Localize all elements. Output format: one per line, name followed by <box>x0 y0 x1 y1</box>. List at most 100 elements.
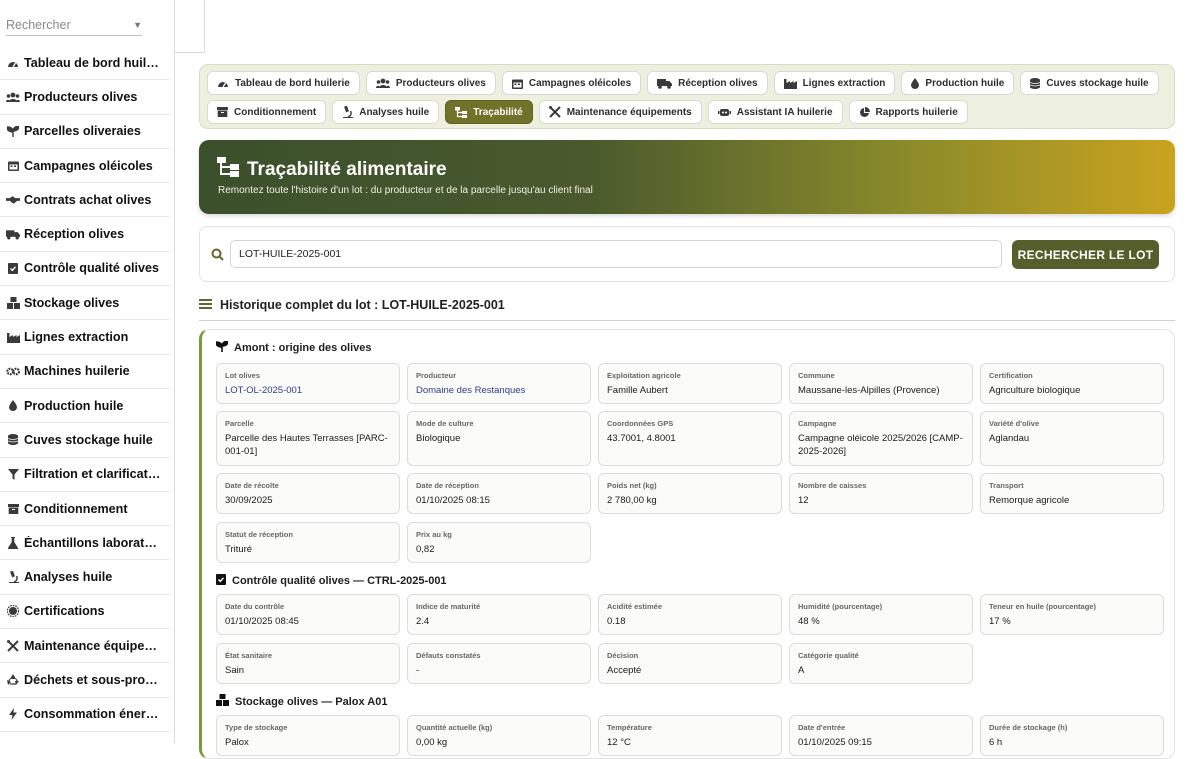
chevron-down-icon[interactable]: ▼ <box>133 20 142 30</box>
microscope-icon <box>6 570 20 584</box>
info-field: Acidité estimée 0.18 <box>598 594 782 635</box>
sidebar-item[interactable]: Maintenance équipe… <box>0 629 170 664</box>
bolt-icon <box>6 707 20 721</box>
sidebar-search-input[interactable]: Rechercher <box>6 18 71 32</box>
field-value: 12 <box>798 495 809 506</box>
sidebar-item[interactable]: Conditionnement <box>0 492 170 527</box>
sidebar-item[interactable]: Contrôle qualité olives <box>0 252 170 287</box>
field-label: Producteur <box>416 371 457 380</box>
database-icon <box>6 433 20 447</box>
nav-tab-label: Production huile <box>925 77 1005 89</box>
info-field: Date d'entrée 01/10/2025 09:15 <box>789 715 973 756</box>
sidebar-item[interactable]: Filtration et clarificat… <box>0 458 170 492</box>
users-icon <box>375 78 390 88</box>
field-value: 0,82 <box>416 544 435 555</box>
sidebar-item[interactable]: Analyses huile <box>0 560 170 595</box>
dashboard-icon <box>6 56 20 70</box>
sidebar-item-label: Analyses huile <box>24 570 113 585</box>
nav-tab[interactable]: Maintenance équipements <box>538 100 702 124</box>
truck-icon <box>657 78 673 89</box>
nav-tab[interactable]: Réception olives <box>647 71 768 95</box>
info-field: Poids net (kg) 2 780,00 kg <box>598 473 782 514</box>
sidebar-item[interactable]: Réception olives <box>0 217 170 252</box>
sidebar-item-label: Campagnes oléicoles <box>24 158 153 173</box>
nav-tab-label: Cuves stockage huile <box>1046 77 1149 89</box>
sidebar-item[interactable]: Cuves stockage huile <box>0 423 170 458</box>
sidebar-item[interactable]: Producteurs olives <box>0 80 170 115</box>
info-field: Type de stockage Palox <box>216 715 400 756</box>
field-value: 48 % <box>798 616 820 627</box>
nav-tab[interactable]: Analyses huile <box>332 100 440 124</box>
tools-icon <box>6 639 20 653</box>
sidebar-item[interactable]: Déchets et sous-pro… <box>0 663 170 698</box>
clipboard-check-icon <box>216 573 226 588</box>
nav-tab-label: Producteurs olives <box>395 77 486 89</box>
nav-tab[interactable]: Lignes extraction <box>773 71 896 95</box>
nav-tab[interactable]: Tableau de bord huilerie <box>207 71 360 95</box>
nav-tab[interactable]: Cuves stockage huile <box>1020 71 1159 95</box>
hero-banner: Traçabilité alimentaire Remontez toute l… <box>199 140 1175 214</box>
sidebar-item[interactable]: Parcelles oliveraies <box>0 115 170 149</box>
search-lot-button[interactable]: RECHERCHER LE LOT <box>1012 240 1159 269</box>
sidebar-item[interactable]: Consommation éner… <box>0 698 170 732</box>
info-field: Mode de culture Biologique <box>407 411 591 466</box>
calendar-icon <box>511 78 523 89</box>
sidebar-item-label: Conditionnement <box>24 501 128 516</box>
field-label: Parcelle <box>225 419 254 428</box>
info-field: Parcelle Parcelle des Hautes Terrasses [P… <box>216 411 400 466</box>
info-field: Durée de stockage (h) 6 h <box>980 715 1164 756</box>
field-label: Date du contrôle <box>225 602 285 611</box>
field-label: Teneur en huile (pourcentage) <box>989 602 1096 611</box>
info-field[interactable]: Producteur Domaine des Restanques <box>407 363 591 404</box>
nav-tab-label: Analyses huile <box>359 106 430 118</box>
sidebar-item-label: Tableau de bord huile… <box>24 55 164 70</box>
field-label: Date d'entrée <box>798 723 846 732</box>
nav-tab-label: Tableau de bord huilerie <box>235 77 350 89</box>
sidebar-item-label: Échantillons laborat… <box>24 535 157 550</box>
sidebar-item[interactable]: Échantillons laborat… <box>0 526 170 561</box>
sidebar-item[interactable]: Contrats achat olives <box>0 183 170 218</box>
sidebar-item[interactable]: Machines huilerie <box>0 355 170 389</box>
sidebar-item[interactable]: Production huile <box>0 389 170 424</box>
field-value: Famille Aubert <box>607 385 668 396</box>
field-link[interactable]: LOT-OL-2025-001 <box>225 384 391 397</box>
field-label: Humidité (pourcentage) <box>798 602 883 611</box>
nav-tab-label: Lignes extraction <box>802 77 886 89</box>
industry-icon <box>783 78 797 89</box>
chart-pie-icon <box>859 106 870 118</box>
sidebar-item-label: Production huile <box>24 398 124 413</box>
nav-tab[interactable]: Production huile <box>901 71 1015 95</box>
nav-tab[interactable]: Conditionnement <box>207 100 327 124</box>
module-nav: Tableau de bord huilerie Producteurs oliv… <box>199 64 1175 129</box>
section-amont-title: Amont : origine des olives <box>215 340 372 355</box>
module-nav-row: Tableau de bord huilerie Producteurs oliv… <box>207 71 1167 95</box>
sidebar-item-label: Filtration et clarificat… <box>24 467 161 482</box>
field-value: Trituré <box>225 544 253 555</box>
nav-tab[interactable]: Assistant IA huilerie <box>707 100 843 124</box>
info-field[interactable]: Lot olives LOT-OL-2025-001 <box>216 363 400 404</box>
info-field: Date du contrôle 01/10/2025 08:45 <box>216 594 400 635</box>
robot-icon <box>717 107 731 117</box>
sidebar-item-label: Stockage olives <box>24 295 120 310</box>
field-value: Sain <box>225 665 245 676</box>
nav-tab[interactable]: Campagnes oléicoles <box>501 71 642 95</box>
sidebar-item-label: Machines huilerie <box>24 364 130 379</box>
sidebar-item[interactable]: Tableau de bord huile… <box>0 46 170 81</box>
hero-title: Traçabilité alimentaire <box>247 159 447 180</box>
sidebar-item[interactable]: Lignes extraction <box>0 320 170 355</box>
sidebar-item[interactable]: Campagnes oléicoles <box>0 149 170 184</box>
sidebar-item[interactable]: Certifications <box>0 595 170 630</box>
boxes-icon <box>6 296 20 310</box>
sidebar-item-label: Cuves stockage huile <box>24 432 153 447</box>
lot-search-input[interactable]: LOT-HUILE-2025-001 <box>230 240 1002 268</box>
nav-tab[interactable]: Rapports huilerie <box>848 100 968 124</box>
tools-icon <box>548 106 561 118</box>
sidebar-item[interactable]: Stockage olives <box>0 286 170 321</box>
field-label: Certification <box>989 371 1033 380</box>
nav-tab[interactable]: Producteurs olives <box>365 71 496 95</box>
sidebar-search[interactable]: Rechercher ▼ <box>0 0 174 46</box>
info-field: Transport Remorque agricole <box>980 473 1164 514</box>
nav-tab[interactable]: Traçabilité <box>445 100 533 124</box>
field-link[interactable]: Domaine des Restanques <box>416 384 582 397</box>
sidebar-menu: Tableau de bord huile… Producteurs olives… <box>0 46 174 732</box>
